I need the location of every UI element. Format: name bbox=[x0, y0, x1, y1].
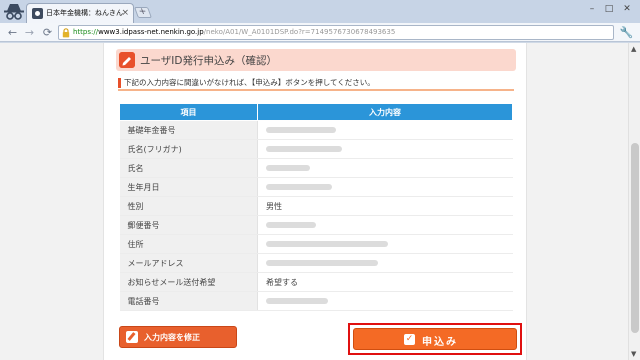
reload-icon[interactable]: ⟳ bbox=[40, 25, 55, 40]
checkbox-icon: ✓ bbox=[404, 334, 415, 345]
url-path: /neko/A01/W_A0101DSP.do?r=71495767306784… bbox=[203, 28, 396, 36]
scrollbar-thumb[interactable] bbox=[631, 143, 639, 333]
column-header-value: 入力内容 bbox=[257, 103, 513, 121]
row-value: 男性 bbox=[257, 196, 513, 216]
confirmation-notice: 下記の入力内容に間違いがなければ、【申込み】ボタンを押してください。 bbox=[118, 77, 514, 91]
tab-close-icon[interactable]: × bbox=[121, 7, 129, 19]
page-title: ユーザID発行申込み（確認） bbox=[140, 55, 277, 67]
table-row: 性別 男性 bbox=[119, 196, 513, 216]
table-row: 基礎年金番号 bbox=[119, 120, 513, 140]
row-value-redacted bbox=[257, 120, 513, 140]
row-label: 性別 bbox=[119, 196, 258, 216]
redacted-blur bbox=[266, 165, 310, 171]
row-value-redacted bbox=[257, 215, 513, 235]
redacted-blur bbox=[266, 127, 336, 133]
submit-highlight-box: ✓ 申込み bbox=[348, 323, 522, 355]
row-value: 希望する bbox=[257, 272, 513, 292]
submit-button[interactable]: ✓ 申込み bbox=[353, 328, 517, 350]
table-header-row: 項目 入力内容 bbox=[119, 103, 513, 121]
maximize-icon[interactable]: □ bbox=[601, 2, 617, 16]
row-label: 基礎年金番号 bbox=[119, 120, 258, 140]
row-value-redacted bbox=[257, 158, 513, 178]
row-value-redacted bbox=[257, 177, 513, 197]
url-text: https://www3.idpass-net.nenkin.go.jp/nek… bbox=[73, 28, 395, 36]
redacted-blur bbox=[266, 146, 342, 152]
row-value-redacted bbox=[257, 253, 513, 273]
row-label: 氏名 bbox=[119, 158, 258, 178]
edit-icon bbox=[126, 331, 138, 343]
row-value-redacted bbox=[257, 139, 513, 159]
redacted-blur bbox=[266, 241, 388, 247]
browser-toolbar: ← → ⟳ https://www3.idpass-net.nenkin.go.… bbox=[0, 23, 640, 42]
redacted-blur bbox=[266, 260, 378, 266]
minimize-icon[interactable]: – bbox=[584, 2, 600, 16]
row-label: 氏名(フリガナ) bbox=[119, 139, 258, 159]
scroll-up-icon[interactable]: ▲ bbox=[631, 45, 636, 53]
row-value-redacted bbox=[257, 234, 513, 254]
table-row: 電話番号 bbox=[119, 291, 513, 311]
submit-button-label: 申込み bbox=[422, 337, 458, 348]
row-label: 生年月日 bbox=[119, 177, 258, 197]
window-close-icon[interactable]: ✕ bbox=[617, 2, 637, 16]
new-tab-button[interactable]: + bbox=[133, 7, 153, 18]
content-card: ユーザID発行申込み（確認） 下記の入力内容に間違いがなければ、【申込み】ボタン… bbox=[103, 43, 527, 360]
table-row: 郵便番号 bbox=[119, 215, 513, 235]
row-value-redacted bbox=[257, 291, 513, 311]
tab-title: 日本年金機構：ねんきんネット bbox=[46, 9, 124, 17]
confirmation-table: 項目 入力内容 基礎年金番号 氏名(フリガナ) 氏名 生年月日 性別 男性 郵便番… bbox=[119, 103, 513, 311]
page-heading: ユーザID発行申込み（確認） bbox=[116, 49, 516, 71]
table-row: 氏名(フリガナ) bbox=[119, 139, 513, 159]
notice-accent-bar bbox=[118, 78, 121, 88]
row-label: 電話番号 bbox=[119, 291, 258, 311]
wrench-icon[interactable]: 🔧 bbox=[619, 26, 634, 39]
pen-icon bbox=[119, 52, 135, 68]
scrollbar[interactable]: ▲ ▼ bbox=[628, 43, 640, 360]
scroll-down-icon[interactable]: ▼ bbox=[631, 350, 636, 358]
row-label: 住所 bbox=[119, 234, 258, 254]
redacted-blur bbox=[266, 184, 332, 190]
edit-button-label: 入力内容を修正 bbox=[144, 333, 200, 342]
notice-text: 下記の入力内容に間違いがなければ、【申込み】ボタンを押してください。 bbox=[124, 78, 375, 87]
forward-arrow-icon[interactable]: → bbox=[22, 25, 37, 40]
lock-icon bbox=[62, 28, 70, 38]
table-row: 住所 bbox=[119, 234, 513, 254]
row-label: 郵便番号 bbox=[119, 215, 258, 235]
plus-icon: + bbox=[137, 7, 149, 17]
incognito-icon bbox=[4, 4, 24, 20]
table-row: 生年月日 bbox=[119, 177, 513, 197]
page-viewport: ユーザID発行申込み（確認） 下記の入力内容に間違いがなければ、【申込み】ボタン… bbox=[0, 43, 640, 360]
browser-tab[interactable]: 日本年金機構：ねんきんネット × bbox=[26, 3, 134, 23]
back-arrow-icon[interactable]: ← bbox=[5, 25, 20, 40]
table-row: 氏名 bbox=[119, 158, 513, 178]
edit-input-button[interactable]: 入力内容を修正 bbox=[119, 326, 237, 348]
url-scheme: https:// bbox=[73, 28, 99, 36]
column-header-item: 項目 bbox=[119, 103, 258, 121]
tab-strip: 日本年金機構：ねんきんネット × + – □ ✕ bbox=[0, 0, 640, 23]
redacted-blur bbox=[266, 222, 316, 228]
url-host: www3.idpass-net.nenkin.go.jp bbox=[98, 28, 204, 36]
table-row: メールアドレス bbox=[119, 253, 513, 273]
table-row: お知らせメール送付希望 希望する bbox=[119, 272, 513, 292]
row-label: メールアドレス bbox=[119, 253, 258, 273]
redacted-blur bbox=[266, 298, 328, 304]
site-favicon-icon bbox=[32, 8, 43, 19]
row-label: お知らせメール送付希望 bbox=[119, 272, 258, 292]
address-bar[interactable]: https://www3.idpass-net.nenkin.go.jp/nek… bbox=[58, 25, 614, 40]
